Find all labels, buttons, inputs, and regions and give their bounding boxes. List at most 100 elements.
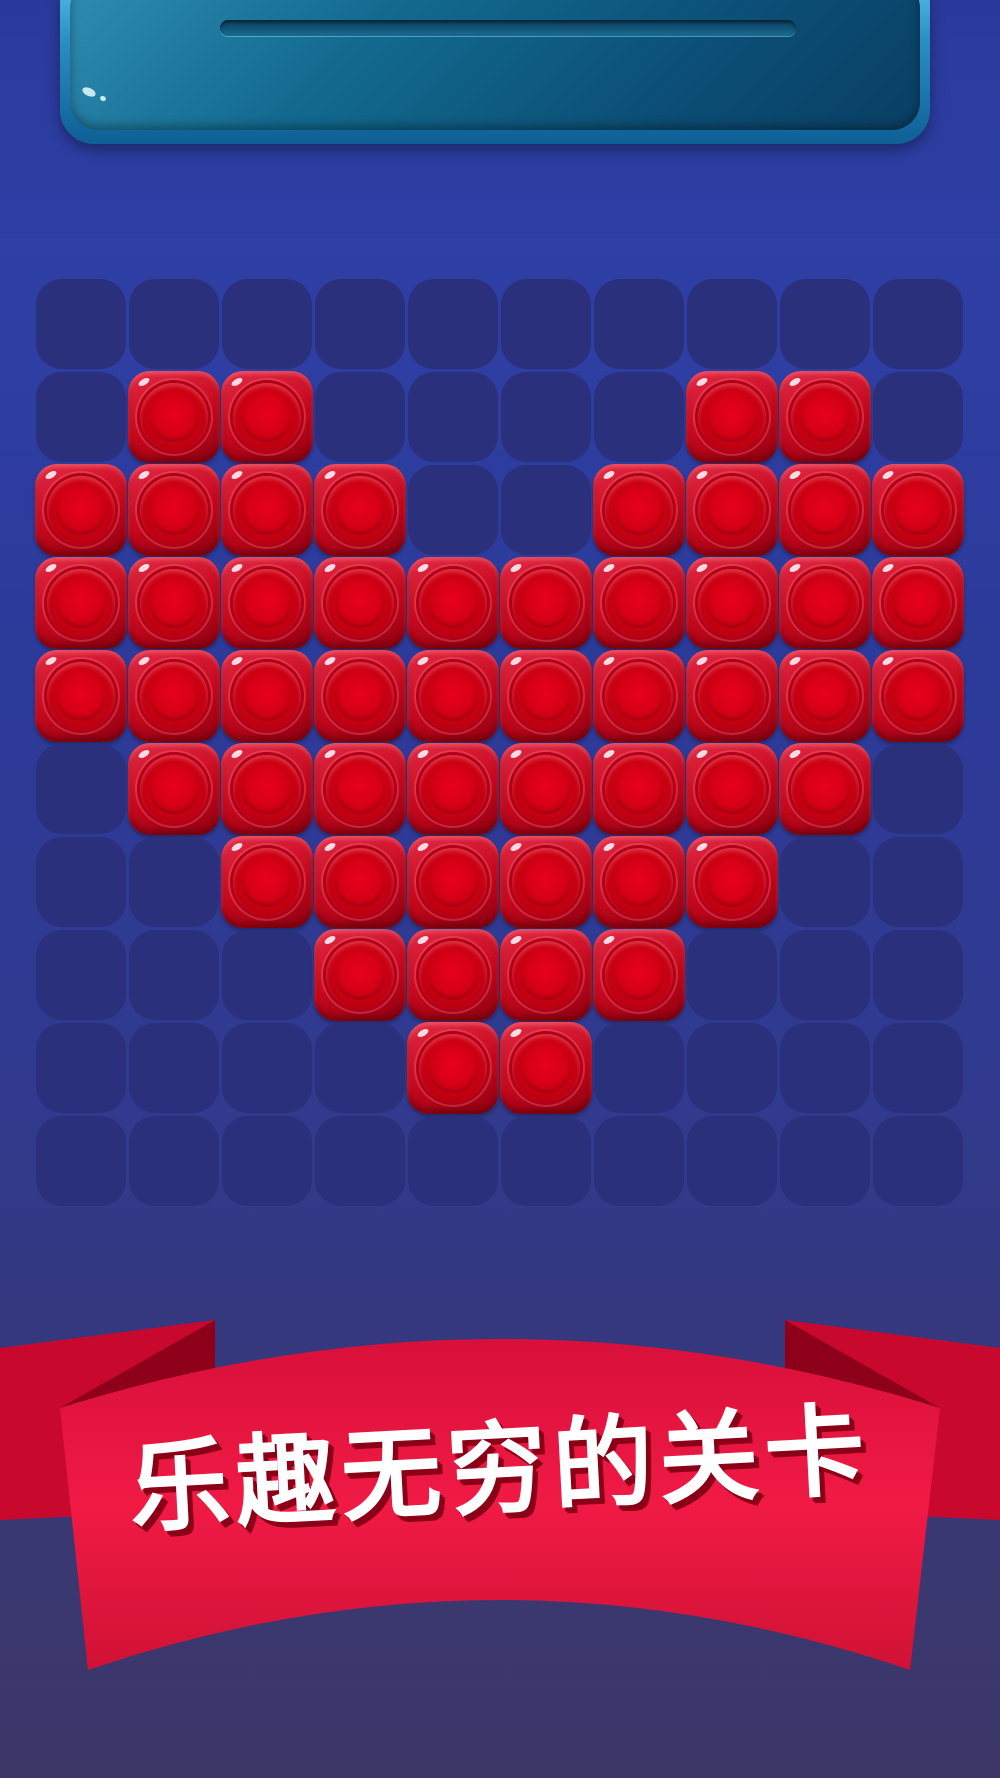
board-cell[interactable] — [686, 836, 778, 928]
red-block[interactable] — [686, 836, 778, 928]
board-cell[interactable] — [407, 743, 499, 835]
board-cell[interactable] — [686, 557, 778, 649]
red-block[interactable] — [686, 371, 778, 463]
board-cell[interactable] — [594, 1116, 684, 1206]
board-cell[interactable] — [594, 372, 684, 462]
board-cell[interactable] — [129, 1116, 219, 1206]
board-cell[interactable] — [407, 557, 499, 649]
red-block[interactable] — [686, 464, 778, 556]
board-cell[interactable] — [35, 557, 127, 649]
board-cell[interactable] — [221, 371, 313, 463]
board-cell[interactable] — [780, 279, 870, 369]
board-cell[interactable] — [873, 1116, 963, 1206]
board-cell[interactable] — [36, 279, 126, 369]
board-cell[interactable] — [128, 743, 220, 835]
board-cell[interactable] — [221, 650, 313, 742]
board-cell[interactable] — [687, 279, 777, 369]
board-cell[interactable] — [593, 464, 685, 556]
board-cell[interactable] — [500, 743, 592, 835]
red-block[interactable] — [686, 650, 778, 742]
board-cell[interactable] — [129, 1023, 219, 1113]
red-block[interactable] — [500, 836, 592, 928]
board-cell[interactable] — [780, 1116, 870, 1206]
board-cell[interactable] — [221, 743, 313, 835]
red-block[interactable] — [500, 557, 592, 649]
board-cell[interactable] — [36, 930, 126, 1020]
board-cell[interactable] — [314, 743, 406, 835]
board-cell[interactable] — [686, 371, 778, 463]
board-cell[interactable] — [407, 929, 499, 1021]
red-block[interactable] — [221, 557, 313, 649]
red-block[interactable] — [872, 650, 964, 742]
board-cell[interactable] — [129, 930, 219, 1020]
board-cell[interactable] — [501, 465, 591, 555]
board-cell[interactable] — [873, 744, 963, 834]
board-cell[interactable] — [129, 279, 219, 369]
red-block[interactable] — [221, 650, 313, 742]
board-cell[interactable] — [36, 744, 126, 834]
red-block[interactable] — [593, 557, 685, 649]
board-cell[interactable] — [873, 837, 963, 927]
red-block[interactable] — [407, 929, 499, 1021]
red-block[interactable] — [407, 836, 499, 928]
board-cell[interactable] — [872, 464, 964, 556]
board-cell[interactable] — [36, 1116, 126, 1206]
red-block[interactable] — [500, 650, 592, 742]
board-cell[interactable] — [687, 930, 777, 1020]
board-cell[interactable] — [500, 1022, 592, 1114]
red-block[interactable] — [35, 650, 127, 742]
board-cell[interactable] — [779, 371, 871, 463]
board-cell[interactable] — [128, 650, 220, 742]
board-cell[interactable] — [872, 650, 964, 742]
board-cell[interactable] — [873, 930, 963, 1020]
board-cell[interactable] — [780, 837, 870, 927]
red-block[interactable] — [35, 464, 127, 556]
board-cell[interactable] — [222, 1116, 312, 1206]
red-block[interactable] — [407, 1022, 499, 1114]
red-block[interactable] — [593, 929, 685, 1021]
red-block[interactable] — [500, 1022, 592, 1114]
board-cell[interactable] — [407, 1022, 499, 1114]
board-cell[interactable] — [315, 1023, 405, 1113]
board-cell[interactable] — [687, 1116, 777, 1206]
red-block[interactable] — [35, 557, 127, 649]
red-block[interactable] — [500, 929, 592, 1021]
board-cell[interactable] — [593, 557, 685, 649]
board-cell[interactable] — [408, 465, 498, 555]
board-cell[interactable] — [128, 464, 220, 556]
board-cell[interactable] — [314, 464, 406, 556]
board-cell[interactable] — [129, 837, 219, 927]
board-cell[interactable] — [221, 464, 313, 556]
red-block[interactable] — [221, 743, 313, 835]
red-block[interactable] — [686, 557, 778, 649]
board-cell[interactable] — [314, 836, 406, 928]
board-cell[interactable] — [873, 279, 963, 369]
red-block[interactable] — [686, 743, 778, 835]
red-block[interactable] — [779, 557, 871, 649]
board-cell[interactable] — [315, 1116, 405, 1206]
board-cell[interactable] — [873, 1023, 963, 1113]
board-cell[interactable] — [779, 557, 871, 649]
red-block[interactable] — [872, 557, 964, 649]
board-cell[interactable] — [500, 929, 592, 1021]
board-cell[interactable] — [36, 372, 126, 462]
board-cell[interactable] — [35, 650, 127, 742]
board-cell[interactable] — [407, 836, 499, 928]
board-cell[interactable] — [408, 279, 498, 369]
board-cell[interactable] — [501, 372, 591, 462]
red-block[interactable] — [593, 464, 685, 556]
board-cell[interactable] — [314, 557, 406, 649]
board-cell[interactable] — [780, 1023, 870, 1113]
board-cell[interactable] — [408, 372, 498, 462]
board-cell[interactable] — [686, 743, 778, 835]
red-block[interactable] — [314, 743, 406, 835]
game-board[interactable] — [35, 279, 966, 1209]
board-cell[interactable] — [593, 929, 685, 1021]
board-cell[interactable] — [408, 1116, 498, 1206]
board-cell[interactable] — [500, 650, 592, 742]
board-cell[interactable] — [501, 1116, 591, 1206]
board-cell[interactable] — [686, 650, 778, 742]
red-block[interactable] — [128, 743, 220, 835]
board-cell[interactable] — [593, 650, 685, 742]
red-block[interactable] — [128, 371, 220, 463]
